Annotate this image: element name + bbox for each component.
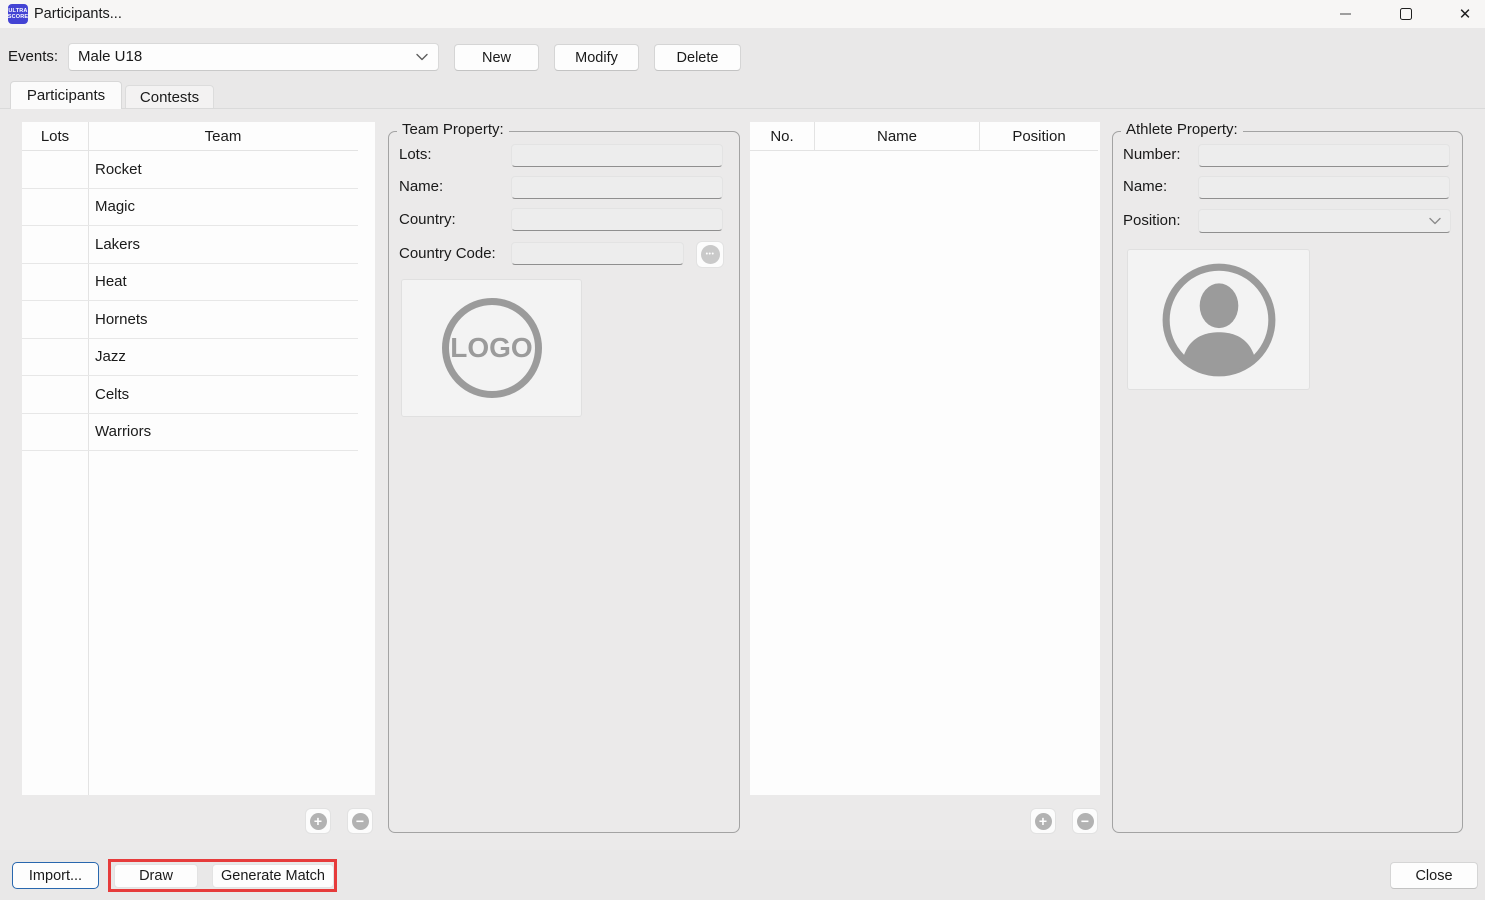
- team-name-label: Name:: [399, 178, 443, 195]
- events-dropdown[interactable]: Male U18: [68, 43, 439, 71]
- athletes-header-position: Position: [980, 122, 1098, 150]
- teams-table-header: Lots Team: [22, 122, 358, 151]
- teams-table: Lots Team Rocket Magic Lakers Heat Horne…: [22, 122, 375, 795]
- person-avatar-icon: [1158, 259, 1280, 381]
- title-bar: ULTRA SCORE Participants... ✕: [0, 0, 1485, 28]
- athlete-position-select[interactable]: [1198, 209, 1451, 233]
- team-lots-cell: [22, 151, 88, 188]
- team-lots-label: Lots:: [399, 146, 432, 163]
- team-logo-box[interactable]: LOGO: [401, 279, 582, 417]
- plus-icon: +: [310, 813, 327, 830]
- team-property-group: Team Property: Lots: Name: Country: Coun…: [388, 131, 740, 833]
- close-window-button[interactable]: ✕: [1445, 0, 1485, 28]
- add-team-button[interactable]: +: [305, 808, 331, 834]
- athlete-property-title: Athlete Property:: [1121, 121, 1243, 138]
- window-title: Participants...: [34, 0, 122, 28]
- chevron-down-icon: [1429, 217, 1441, 225]
- plus-icon: +: [1035, 813, 1052, 830]
- team-lots-cell: [22, 189, 88, 226]
- minimize-icon: [1340, 13, 1351, 15]
- athletes-table-header: No. Name Position: [750, 122, 1098, 151]
- team-name-cell: Celts: [88, 376, 358, 413]
- tab-contests[interactable]: Contests: [125, 85, 214, 108]
- team-name-cell: Hornets: [88, 301, 358, 338]
- team-name-cell: Jazz: [88, 339, 358, 376]
- team-lots-cell: [22, 339, 88, 376]
- team-row[interactable]: Heat: [22, 264, 358, 302]
- modify-button[interactable]: Modify: [554, 44, 639, 71]
- team-country-code-input[interactable]: [511, 242, 684, 265]
- maximize-icon: [1400, 8, 1412, 20]
- import-button[interactable]: Import...: [12, 862, 99, 889]
- team-row[interactable]: Celts: [22, 376, 358, 414]
- team-country-input[interactable]: [511, 208, 723, 231]
- team-country-label: Country:: [399, 211, 456, 228]
- team-row[interactable]: Hornets: [22, 301, 358, 339]
- teams-table-rows: Rocket Magic Lakers Heat Hornets Jazz Ce…: [22, 151, 358, 451]
- app-icon-text: SCORE: [8, 14, 29, 20]
- team-row[interactable]: Rocket: [22, 151, 358, 189]
- athlete-name-input[interactable]: [1198, 176, 1450, 199]
- teams-header-lots: Lots: [22, 122, 88, 150]
- team-lots-cell: [22, 376, 88, 413]
- add-athlete-button[interactable]: +: [1030, 808, 1056, 834]
- team-row[interactable]: Magic: [22, 189, 358, 227]
- athletes-table: No. Name Position: [750, 122, 1100, 795]
- athletes-header-name: Name: [815, 122, 980, 150]
- logo-placeholder-text: LOGO: [450, 332, 532, 364]
- team-row[interactable]: Warriors: [22, 414, 358, 452]
- team-name-cell: Heat: [88, 264, 358, 301]
- team-row[interactable]: Lakers: [22, 226, 358, 264]
- team-name-input[interactable]: [511, 176, 723, 199]
- team-name-cell: Rocket: [88, 151, 358, 188]
- delete-button[interactable]: Delete: [654, 44, 741, 71]
- team-lots-cell: [22, 301, 88, 338]
- generate-match-button[interactable]: Generate Match: [212, 864, 334, 888]
- minimize-button[interactable]: [1325, 0, 1365, 28]
- draw-button[interactable]: Draw: [114, 864, 198, 888]
- team-lots-cell: [22, 264, 88, 301]
- remove-athlete-button[interactable]: −: [1072, 808, 1098, 834]
- close-icon: ✕: [1459, 7, 1472, 22]
- minus-icon: −: [352, 813, 369, 830]
- ellipsis-icon: •••: [701, 245, 720, 264]
- teams-header-team: Team: [88, 122, 358, 150]
- athlete-position-label: Position:: [1123, 212, 1181, 229]
- team-lots-input[interactable]: [511, 144, 723, 167]
- athletes-header-no: No.: [750, 122, 815, 150]
- minus-icon: −: [1077, 813, 1094, 830]
- chevron-down-icon: [416, 53, 428, 61]
- athlete-photo-box[interactable]: [1127, 249, 1310, 390]
- events-dropdown-value: Male U18: [78, 48, 142, 65]
- athlete-property-group: Athlete Property: Number: Name: Position…: [1112, 131, 1463, 833]
- team-name-cell: Magic: [88, 189, 358, 226]
- remove-team-button[interactable]: −: [347, 808, 373, 834]
- close-button[interactable]: Close: [1390, 862, 1478, 889]
- maximize-button[interactable]: [1386, 0, 1426, 28]
- team-property-title: Team Property:: [397, 121, 509, 138]
- team-name-cell: Warriors: [88, 414, 358, 451]
- athlete-name-label: Name:: [1123, 178, 1167, 195]
- tab-participants[interactable]: Participants: [10, 81, 122, 109]
- logo-placeholder-icon: LOGO: [442, 298, 542, 398]
- athlete-number-label: Number:: [1123, 146, 1181, 163]
- events-label: Events:: [8, 43, 58, 71]
- team-lots-cell: [22, 226, 88, 263]
- team-name-cell: Lakers: [88, 226, 358, 263]
- browse-country-code-button[interactable]: •••: [696, 241, 724, 268]
- athlete-number-input[interactable]: [1198, 144, 1450, 167]
- team-country-code-label: Country Code:: [399, 245, 496, 262]
- team-row[interactable]: Jazz: [22, 339, 358, 377]
- new-button[interactable]: New: [454, 44, 539, 71]
- app-icon: ULTRA SCORE: [8, 4, 28, 24]
- team-lots-cell: [22, 414, 88, 451]
